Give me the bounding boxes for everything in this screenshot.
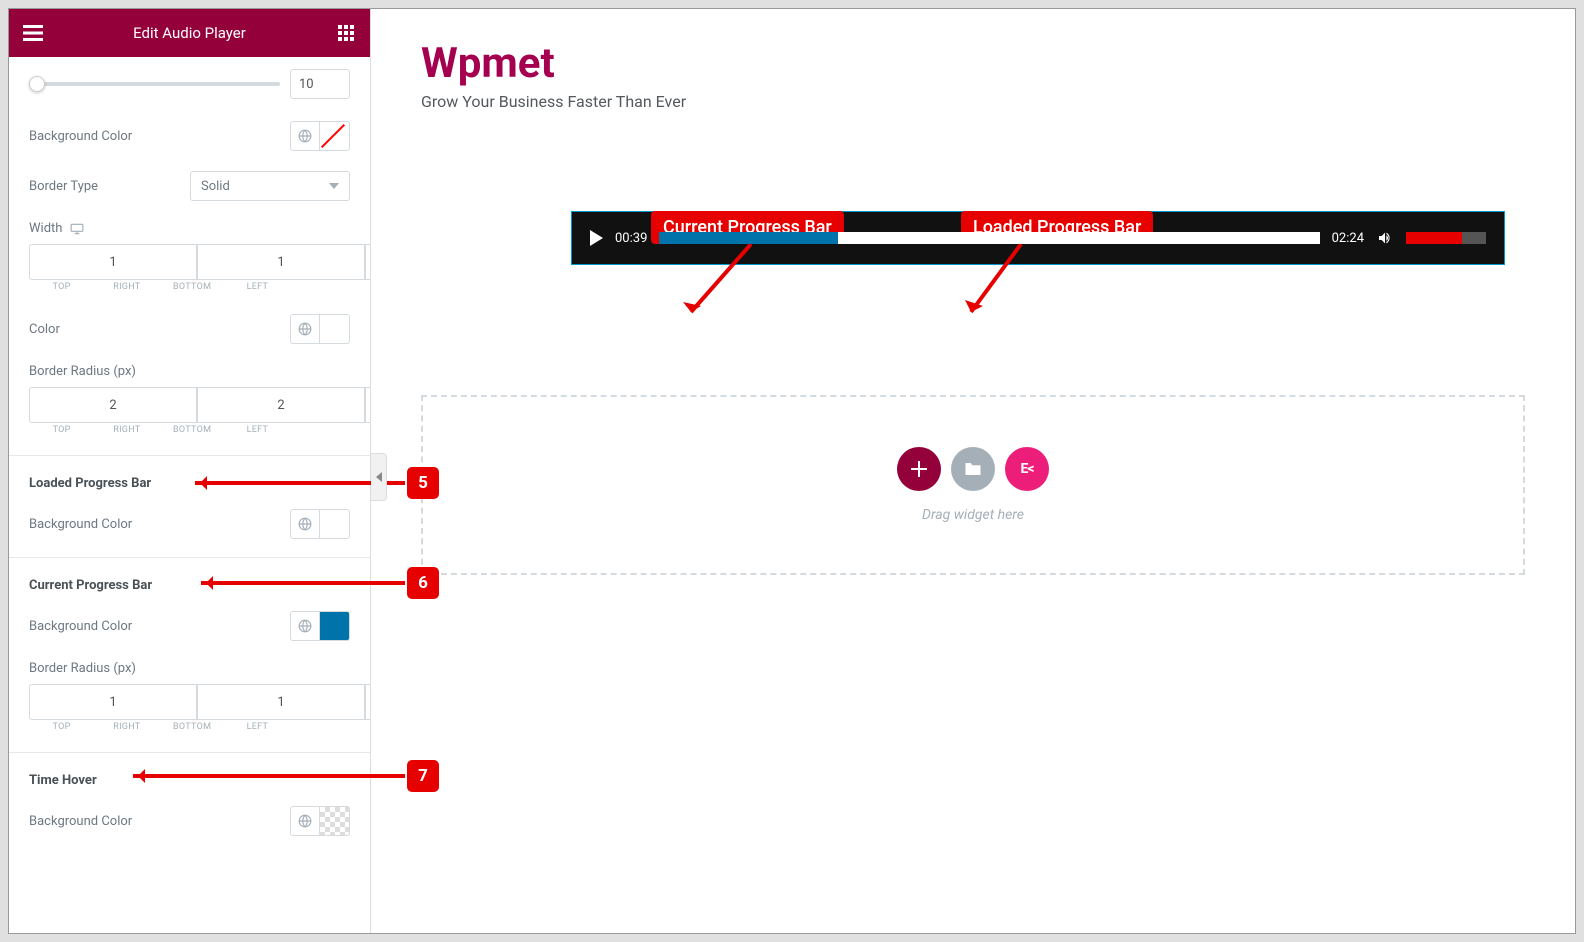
timehover-bg-row: Background Color [9,796,370,846]
brand-title: Wpmet [421,39,1525,88]
annotation-arrow-7 [133,774,405,778]
elementskit-button[interactable]: E< [1005,447,1049,491]
color-swatch-none[interactable] [320,121,350,151]
time-current: 00:39 [615,231,647,246]
width-inputs [9,240,370,282]
annotation-badge-6: 6 [407,567,439,599]
bg-color-row: Background Color [9,111,370,161]
color-swatch-empty[interactable] [320,314,350,344]
current-bg-row: Background Color [9,601,370,651]
globe-icon[interactable] [290,806,320,836]
desktop-icon [70,223,84,235]
radius-right-input[interactable] [197,387,365,423]
size-slider-row [9,57,370,111]
apps-icon[interactable] [334,21,358,45]
volume-fill [1406,232,1462,244]
annotation-arrow-6 [201,581,405,585]
brand-tagline: Grow Your Business Faster Than Ever [421,92,1525,111]
radius-bottom-input[interactable] [365,387,370,423]
border-type-label: Border Type [29,179,98,194]
globe-icon[interactable] [290,611,320,641]
volume-slider[interactable] [1406,232,1486,244]
preview-canvas: Wpmet Grow Your Business Faster Than Eve… [371,9,1575,933]
loaded-color-swatch[interactable] [320,509,350,539]
divider [9,752,370,753]
bg-color-label: Background Color [29,129,132,144]
size-input[interactable] [290,69,350,99]
current-color-swatch[interactable] [320,611,350,641]
bg-color-control [290,121,350,151]
arrow-annotation [961,244,1041,324]
cradius-bottom-input[interactable] [365,684,370,720]
editor-sidebar: Edit Audio Player Background Color Borde… [9,9,371,933]
play-button[interactable] [590,230,603,246]
annotation-badge-5: 5 [407,467,439,499]
border-type-row: Border Type Solid [9,161,370,211]
progress-current [659,232,837,244]
cradius-right-input[interactable] [197,684,365,720]
add-widget-button[interactable] [897,447,941,491]
cradius-top-input[interactable] [29,684,197,720]
drop-icons: E< [443,447,1503,491]
sidebar-title: Edit Audio Player [133,24,246,42]
width-right-input[interactable] [197,244,365,280]
globe-icon[interactable] [290,314,320,344]
app-frame: Edit Audio Player Background Color Borde… [8,8,1576,934]
globe-icon[interactable] [290,121,320,151]
sidebar-header: Edit Audio Player [9,9,370,57]
current-radius-dim-labels: TOP RIGHT BOTTOM LEFT [9,722,370,744]
border-radius-inputs [9,383,370,425]
color-row: Color [9,304,370,354]
border-type-value: Solid [201,179,230,194]
volume-icon[interactable] [1376,230,1394,246]
arrow-annotation [681,244,761,324]
width-label: Width [29,221,62,236]
collapse-sidebar-button[interactable] [371,453,387,501]
width-dim-labels: TOP RIGHT BOTTOM LEFT [9,282,370,304]
globe-icon[interactable] [290,509,320,539]
divider [9,557,370,558]
loaded-bg-row: Background Color [9,499,370,549]
slider-thumb[interactable] [29,76,45,92]
progress-track[interactable] [659,232,1319,244]
width-bottom-input[interactable] [365,244,370,280]
width-label-row: Width [9,211,370,240]
radius-dim-labels: TOP RIGHT BOTTOM LEFT [9,425,370,447]
border-type-select[interactable]: Solid [190,171,350,201]
folder-button[interactable] [951,447,995,491]
radius-top-input[interactable] [29,387,197,423]
time-hover-section: Time Hover [9,761,370,796]
time-total: 02:24 [1332,231,1364,246]
timehover-color-swatch[interactable] [320,806,350,836]
annotation-badge-7: 7 [407,760,439,792]
divider [9,455,370,456]
panel-body: Background Color Border Type Solid Width [9,57,370,933]
widget-drop-zone[interactable]: E< Drag widget here [421,395,1525,575]
drop-hint-text: Drag widget here [443,507,1503,523]
size-slider[interactable] [29,82,280,86]
border-radius-label-row: Border Radius (px) [9,354,370,383]
color-label: Color [29,322,60,337]
current-radius-label-row: Border Radius (px) [9,651,370,680]
width-top-input[interactable] [29,244,197,280]
current-radius-inputs [9,680,370,722]
menu-icon[interactable] [21,21,45,45]
